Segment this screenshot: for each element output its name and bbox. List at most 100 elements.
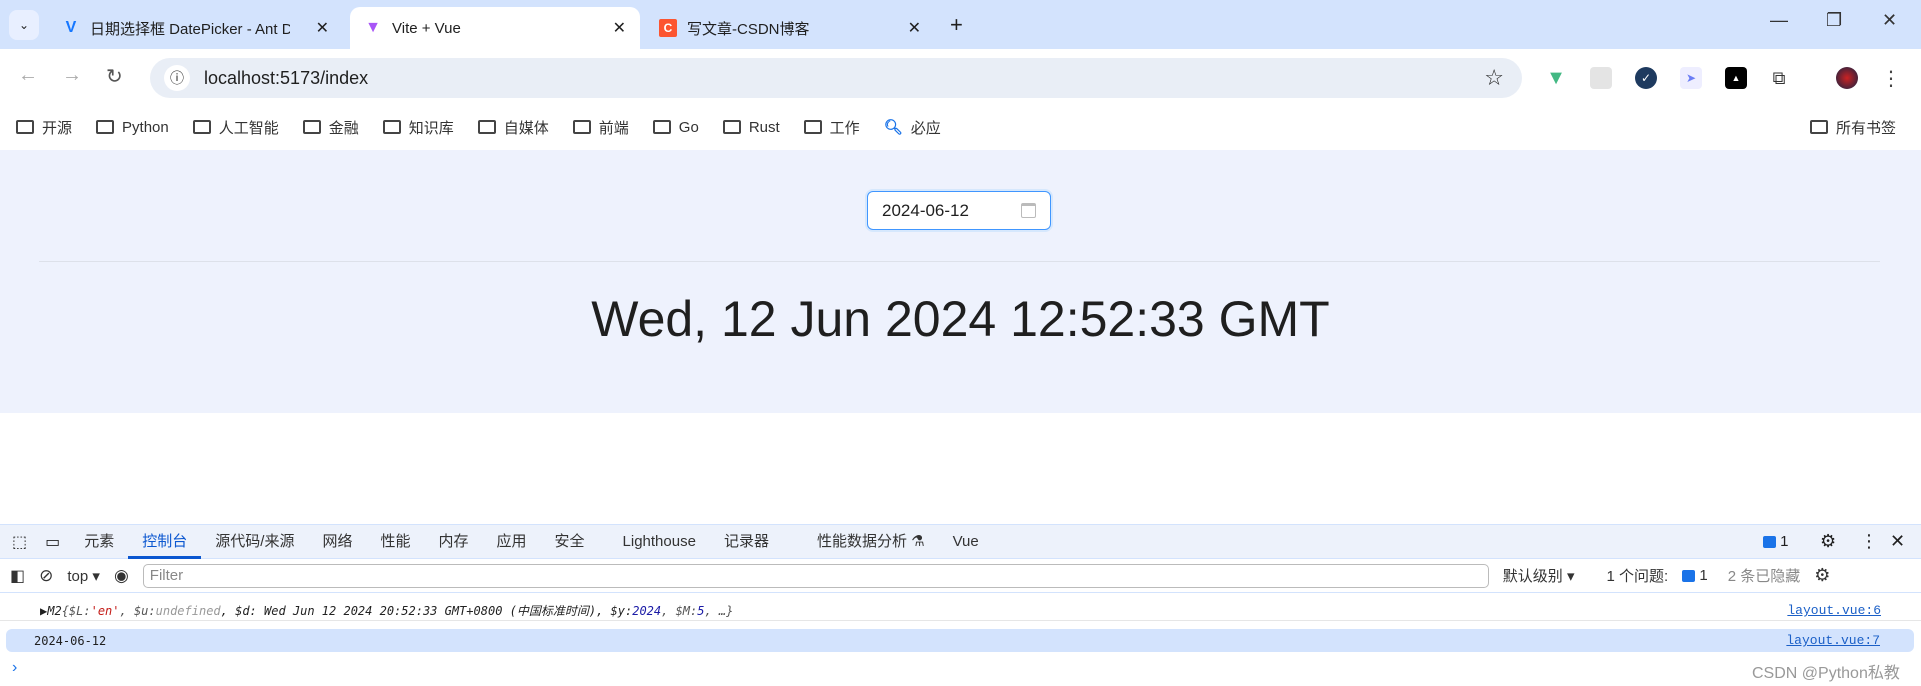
folder-icon [96, 120, 115, 134]
issues-label: 1 个问题: [1606, 568, 1669, 585]
more-options-icon[interactable]: ⋮ [1860, 531, 1878, 552]
all-bookmarks[interactable]: 所有书签 [1810, 117, 1896, 138]
inspect-element-icon[interactable]: ⬚ [0, 532, 35, 552]
bookmark-folder[interactable]: Rust [722, 119, 780, 136]
tab-search-button[interactable]: ⌄ [9, 10, 39, 40]
tab-memory[interactable]: 内存 [424, 525, 482, 559]
tab-performance-insights[interactable]: 性能数据分析 ⚗ [803, 525, 939, 559]
csdn-icon: C [659, 19, 677, 37]
bookmarks-bar: 开源 Python 人工智能 金融 知识库 自媒体 前端 Go Rust 工作 … [0, 104, 1921, 150]
issue-count: 1 [1780, 533, 1789, 550]
bookmark-star-icon[interactable]: ☆ [1484, 65, 1504, 91]
bookmark-folder[interactable]: 自媒体 [477, 117, 549, 138]
check-extension-icon[interactable]: ✓ [1635, 67, 1657, 89]
bookmark-label: 人工智能 [218, 119, 279, 137]
tab-elements[interactable]: 元素 [70, 525, 128, 559]
filter-input[interactable]: Filter [142, 563, 1489, 588]
tab-network[interactable]: 网络 [308, 525, 366, 559]
close-icon[interactable]: ✕ [613, 18, 626, 38]
object-text: 'en' [90, 603, 120, 618]
object-text: , …} [704, 603, 734, 618]
tab-antd[interactable]: V 日期选择框 DatePicker - Ant D ✕ [48, 7, 343, 49]
bookmark-folder[interactable]: 人工智能 [192, 117, 279, 138]
tab-performance[interactable]: 性能 [366, 525, 424, 559]
forward-button[interactable]: → [62, 64, 82, 87]
tab-title: Vite + Vue [392, 19, 461, 37]
folder-icon [192, 120, 211, 134]
live-expression-icon[interactable]: ◉ [114, 566, 129, 586]
message-icon [1763, 536, 1776, 549]
back-button[interactable]: ← [18, 64, 38, 87]
console-settings-icon[interactable]: ⚙ [1814, 565, 1830, 586]
issues-button[interactable]: 1 [1682, 567, 1708, 584]
console-prompt-icon[interactable]: › [12, 659, 17, 677]
date-picker-input[interactable]: 2024-06-12 [867, 191, 1051, 230]
ant-design-icon: V [65, 19, 77, 36]
tab-application[interactable]: 应用 [483, 525, 541, 559]
context-selector[interactable]: top ▾ [67, 567, 100, 585]
minimize-button[interactable]: — [1770, 10, 1788, 31]
bookmark-folder[interactable]: Go [652, 119, 699, 136]
source-link[interactable]: layout.vue:6 [1787, 603, 1881, 618]
tab-recorder[interactable]: 记录器 [710, 525, 783, 559]
object-text: {$L: [61, 603, 91, 618]
console-message[interactable]: 2024-06-12 layout.vue:7 [6, 629, 1914, 652]
issues-badge[interactable]: 1 [1763, 533, 1789, 550]
astar-extension-icon[interactable]: ▲ [1725, 67, 1747, 89]
settings-icon[interactable]: ⚙ [1820, 531, 1836, 552]
level-label: 默认级别 [1502, 568, 1563, 585]
bookmark-folder[interactable]: 金融 [302, 117, 359, 138]
bookmark-bing[interactable]: 🔍︎ 必应 [884, 117, 941, 138]
sidebar-toggle-icon[interactable]: ◧ [10, 566, 25, 586]
object-text: undefined [155, 603, 221, 618]
close-icon[interactable]: ✕ [316, 18, 329, 38]
bookmark-folder[interactable]: Python [96, 119, 169, 136]
source-link[interactable]: layout.vue:7 [1786, 633, 1880, 648]
console-toolbar: ◧ ⊘ top ▾ ◉ Filter 默认级别 ▾ 1 个问题: 1 2 条已隐… [0, 559, 1921, 593]
more-menu-icon[interactable]: ⋮ [1880, 67, 1902, 90]
clear-console-icon[interactable]: ⊘ [39, 566, 53, 586]
chevron-down-icon: ⌄ [18, 18, 30, 32]
restore-button[interactable]: ❐ [1826, 10, 1842, 31]
bookmark-label: 自媒体 [503, 119, 549, 137]
address-bar[interactable]: ⓘ localhost:5173/index ☆ [150, 58, 1522, 98]
grid-extension-icon[interactable] [1590, 67, 1612, 89]
log-level-dropdown[interactable]: 默认级别 ▾ [1503, 565, 1575, 586]
bird-extension-icon[interactable]: ➤ [1680, 67, 1702, 89]
url-text[interactable]: localhost:5173/index [204, 68, 368, 89]
device-toolbar-icon[interactable]: ▭ [35, 532, 70, 552]
close-devtools-icon[interactable]: ✕ [1890, 531, 1905, 552]
close-icon[interactable]: ✕ [908, 18, 921, 38]
tab-security[interactable]: 安全 [541, 525, 599, 559]
tab-lighthouse[interactable]: Lighthouse [609, 525, 710, 559]
context-value: top [67, 567, 89, 585]
folder-icon [382, 120, 401, 134]
profile-avatar[interactable] [1836, 67, 1858, 89]
close-window-button[interactable]: ✕ [1882, 10, 1897, 31]
folder-icon [16, 120, 34, 134]
tab-csdn[interactable]: C 写文章-CSDN博客 ✕ [645, 7, 935, 49]
bookmark-folder[interactable]: 知识库 [382, 117, 454, 138]
calendar-icon[interactable] [1021, 203, 1036, 218]
hidden-count: 2 条已隐藏 [1727, 568, 1801, 585]
vue-devtools-icon[interactable]: ▼ [1545, 67, 1567, 89]
bookmark-folder[interactable]: 工作 [803, 117, 860, 138]
tab-console[interactable]: 控制台 [128, 525, 202, 559]
tab-vue[interactable]: Vue [939, 525, 993, 559]
folder-icon [652, 120, 671, 134]
tab-title: 日期选择框 DatePicker - Ant D [90, 20, 290, 38]
reload-button[interactable]: ↻ [106, 64, 123, 89]
bookmark-label: 知识库 [408, 119, 454, 137]
bookmark-folder[interactable]: 前端 [572, 117, 629, 138]
tab-vite-vue[interactable]: ▼ Vite + Vue ✕ [350, 7, 640, 49]
tab-sources[interactable]: 源代码/来源 [201, 525, 308, 559]
bookmark-label: 必应 [910, 119, 941, 137]
bookmark-folder[interactable]: 开源 [16, 117, 72, 138]
puzzle-icon[interactable]: ⧉ [1768, 67, 1790, 89]
console-message[interactable]: ▶ M2 {$L: 'en' , $u: undefined , $d: Wed… [0, 601, 1921, 621]
tab-strip: ⌄ V 日期选择框 DatePicker - Ant D ✕ ▼ Vite + … [0, 0, 1921, 49]
site-info-icon[interactable]: ⓘ [164, 65, 190, 91]
new-tab-button[interactable]: + [950, 12, 963, 38]
object-text: , $u: [119, 603, 156, 618]
expand-triangle-icon[interactable]: ▶ [0, 604, 47, 618]
